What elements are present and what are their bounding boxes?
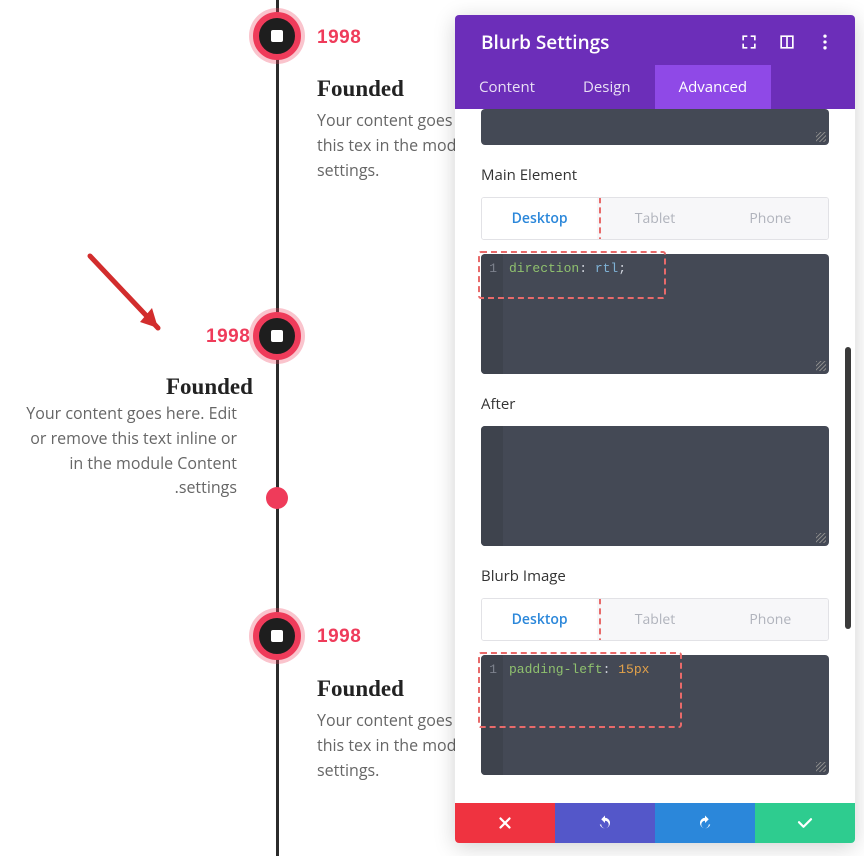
tab-design[interactable]: Design <box>559 65 655 109</box>
section-label-blurb-image: Blurb Image <box>481 566 829 586</box>
timeline-title: Founded <box>317 76 404 102</box>
panel-scrollbar[interactable] <box>845 347 851 629</box>
timeline-title: Founded <box>166 374 253 400</box>
device-tab-phone[interactable]: Phone <box>713 198 828 239</box>
timeline-mid-dot <box>266 487 288 509</box>
timeline-vertical-line <box>276 0 279 856</box>
timeline-year: 1998 <box>317 27 361 49</box>
code-gutter <box>481 426 503 546</box>
timeline-body: Your content goes here. Edit or remove t… <box>19 401 237 500</box>
blurb-settings-panel: Blurb Settings Content Design Advanced M… <box>455 15 855 843</box>
section-label-main-element: Main Element <box>481 165 829 185</box>
code-content <box>503 426 829 546</box>
expand-icon[interactable] <box>739 32 759 52</box>
css-property: direction <box>509 261 579 276</box>
columns-icon[interactable] <box>777 32 797 52</box>
device-tabs-main-element: Desktop Tablet Phone <box>481 197 829 240</box>
code-gutter: 1 <box>481 254 503 374</box>
section-label-after: After <box>481 394 829 414</box>
node-icon <box>271 630 283 642</box>
timeline-node <box>253 12 301 60</box>
device-tab-tablet[interactable]: Tablet <box>597 198 712 239</box>
more-icon[interactable] <box>815 32 835 52</box>
device-tab-desktop[interactable]: Desktop <box>482 198 597 239</box>
css-value: 15px <box>618 662 649 677</box>
timeline-year: 1998 <box>317 626 361 648</box>
blurb-image-css-textarea[interactable]: 1 padding-left: 15px <box>481 655 829 775</box>
code-content: direction: rtl; <box>503 254 829 374</box>
timeline-node <box>253 312 301 360</box>
code-content: padding-left: 15px <box>503 655 829 775</box>
timeline-node <box>253 612 301 660</box>
tab-advanced[interactable]: Advanced <box>655 65 771 109</box>
device-tabs-blurb-image: Desktop Tablet Phone <box>481 598 829 641</box>
device-tab-tablet[interactable]: Tablet <box>597 599 712 640</box>
css-value: rtl <box>595 261 618 276</box>
panel-tabs: Content Design Advanced <box>455 65 855 109</box>
save-button[interactable] <box>755 803 855 843</box>
annotation-arrow-icon <box>80 248 180 348</box>
code-gutter: 1 <box>481 655 503 775</box>
panel-scroll-area: Main Element Desktop Tablet Phone 1 dire… <box>455 109 855 803</box>
css-property: padding-left <box>509 662 603 677</box>
panel-title: Blurb Settings <box>481 29 721 55</box>
before-css-textarea[interactable] <box>481 109 829 145</box>
device-tab-phone[interactable]: Phone <box>713 599 828 640</box>
timeline-title: Founded <box>317 676 404 702</box>
main-element-css-textarea[interactable]: 1 direction: rtl; <box>481 254 829 374</box>
timeline-year: 1998 <box>206 326 250 348</box>
node-icon <box>271 30 283 42</box>
device-tab-desktop[interactable]: Desktop <box>482 599 597 640</box>
undo-button[interactable] <box>555 803 655 843</box>
page-timeline: 1998 Founded Your content goes or remove… <box>0 0 456 856</box>
cancel-button[interactable] <box>455 803 555 843</box>
panel-footer <box>455 803 855 843</box>
redo-button[interactable] <box>655 803 755 843</box>
panel-header: Blurb Settings <box>455 15 855 65</box>
node-icon <box>271 330 283 342</box>
tab-content[interactable]: Content <box>455 65 559 109</box>
after-css-textarea[interactable] <box>481 426 829 546</box>
